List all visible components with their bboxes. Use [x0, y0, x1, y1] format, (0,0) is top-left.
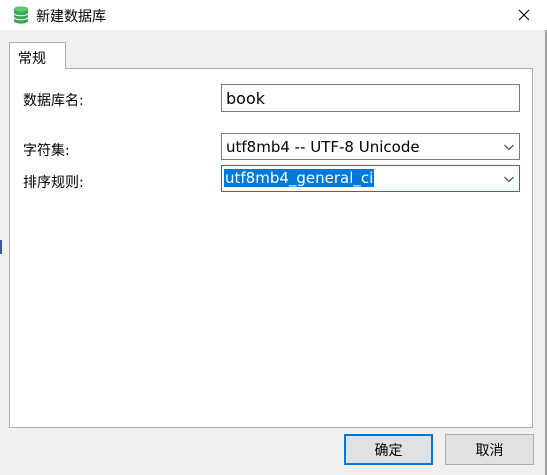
title-bar: 新建数据库	[0, 0, 547, 30]
close-icon	[518, 9, 530, 21]
window-edge-marker	[0, 240, 2, 254]
new-database-dialog: 新建数据库 常规 数据库名: book 字符集: utf8mb4 -- UTF-…	[0, 0, 547, 475]
collation-select-value: utf8mb4_general_ci	[224, 169, 375, 187]
charset-label: 字符集:	[23, 143, 70, 159]
tab-general[interactable]: 常规	[9, 42, 66, 69]
collation-select[interactable]: utf8mb4_general_ci	[221, 165, 520, 192]
chevron-down-icon	[504, 176, 514, 183]
general-tab-panel	[9, 68, 533, 428]
chevron-down-icon	[504, 144, 514, 151]
charset-select[interactable]: utf8mb4 -- UTF-8 Unicode	[221, 133, 520, 160]
cancel-button[interactable]: 取消	[445, 434, 534, 465]
tab-general-label: 常规	[18, 51, 46, 67]
close-button[interactable]	[501, 0, 547, 30]
collation-label: 排序规则:	[23, 175, 84, 191]
database-icon	[13, 6, 29, 24]
ok-button[interactable]: 确定	[344, 434, 433, 465]
charset-select-value: utf8mb4 -- UTF-8 Unicode	[226, 138, 420, 156]
window-title: 新建数据库	[36, 9, 106, 25]
database-name-label: 数据库名:	[23, 93, 84, 109]
database-name-input[interactable]: book	[221, 84, 520, 112]
